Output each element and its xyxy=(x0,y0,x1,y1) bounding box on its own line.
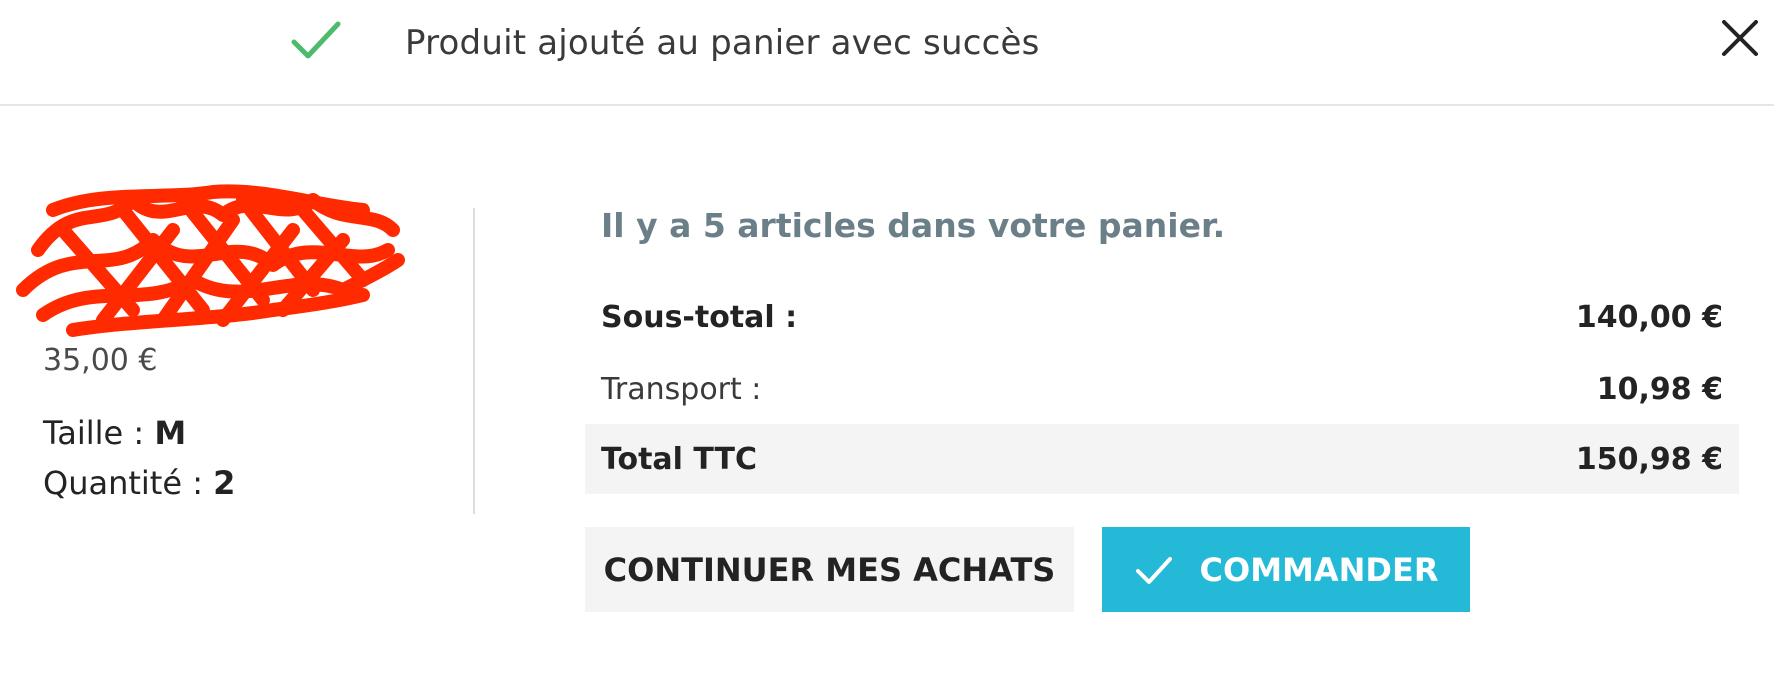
product-price: 35,00 € xyxy=(43,343,158,378)
shipping-value: 10,98 € xyxy=(1596,372,1723,407)
continue-shopping-button[interactable]: CONTINUER MES ACHATS xyxy=(585,527,1074,612)
product-quantity: Quantité : 2 xyxy=(43,464,235,502)
shipping-row: Transport : 10,98 € xyxy=(585,354,1739,424)
subtotal-row: Sous-total : 140,00 € xyxy=(585,282,1739,352)
quantity-value: 2 xyxy=(213,464,236,502)
modal-header: Produit ajouté au panier avec succès xyxy=(0,0,1774,106)
total-row: Total TTC 150,98 € xyxy=(585,424,1739,494)
subtotal-label: Sous-total : xyxy=(601,300,798,335)
checkout-label: COMMANDER xyxy=(1199,550,1439,589)
checkout-button[interactable]: COMMANDER xyxy=(1102,527,1470,612)
continue-shopping-label: CONTINUER MES ACHATS xyxy=(603,550,1056,589)
product-size: Taille : M xyxy=(43,414,186,452)
redaction-scribble xyxy=(16,184,405,337)
shipping-label: Transport : xyxy=(601,372,762,407)
modal-title: Produit ajouté au panier avec succès xyxy=(405,23,1040,63)
close-icon[interactable] xyxy=(1718,16,1762,60)
total-label: Total TTC xyxy=(601,442,758,477)
total-value: 150,98 € xyxy=(1575,442,1723,477)
cart-item-count: Il y a 5 articles dans votre panier. xyxy=(601,206,1226,245)
product-summary: 35,00 € Taille : M Quantité : 2 xyxy=(16,184,443,502)
size-value: M xyxy=(154,414,187,452)
quantity-label: Quantité : xyxy=(43,464,203,502)
cart-confirmation-modal: Produit ajouté au panier avec succès 35,… xyxy=(0,0,1774,694)
checkmark-icon xyxy=(1135,556,1172,584)
vertical-divider xyxy=(473,208,475,514)
checkmark-icon xyxy=(291,21,341,59)
size-label: Taille : xyxy=(43,414,145,452)
product-name xyxy=(16,184,443,337)
subtotal-value: 140,00 € xyxy=(1575,300,1723,335)
